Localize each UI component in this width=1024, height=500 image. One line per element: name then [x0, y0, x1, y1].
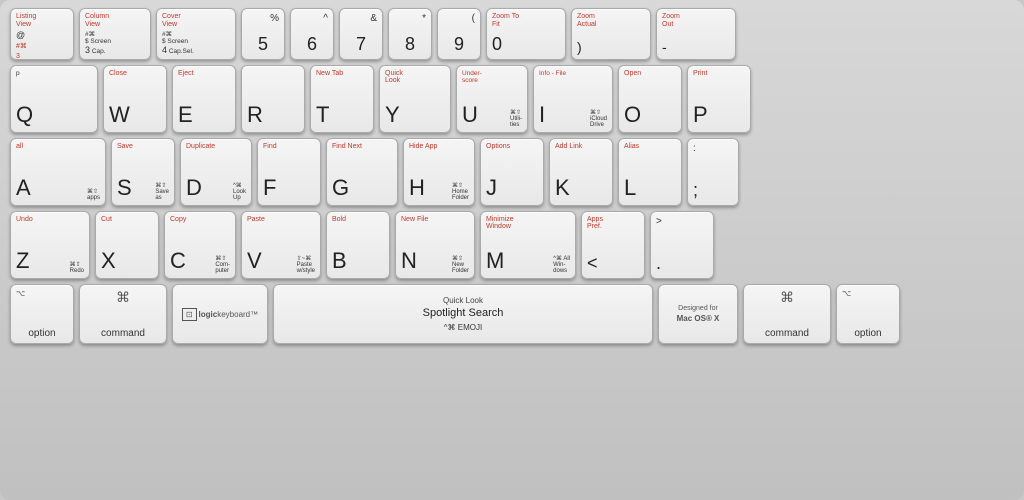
key-left-option[interactable]: ⌥ option [10, 284, 74, 344]
key-j-options[interactable]: Options J [480, 138, 544, 206]
key-less[interactable]: AppsPref. < [581, 211, 645, 279]
key-n-newfile[interactable]: New File N ⌘⇧NewFolder [395, 211, 475, 279]
key-zoom-out[interactable]: ZoomOut - [656, 8, 736, 60]
number-row: ListingView @#⌘3 ColumnView #⌘$ Screen3 … [10, 8, 1014, 60]
key-7[interactable]: & 7 [339, 8, 383, 60]
spacebar-content: Quick Look Spotlight Search ^⌘ EMOJI [423, 295, 504, 333]
key-i-infofile[interactable]: Info - File I ⌘⇧iCloudDrive [533, 65, 613, 133]
key-spacebar[interactable]: Quick Look Spotlight Search ^⌘ EMOJI [273, 284, 653, 344]
key-m-minimize[interactable]: MinimizeWindow M ^⌘ AllWin-dows [480, 211, 576, 279]
key-logo: ⊡ logickeyboard™ [172, 284, 268, 344]
asdf-row: all A ⌘⇧apps Save S ⌘⇧Saveas Duplicate D… [10, 138, 1014, 206]
key-g-findnext[interactable]: Find Next G [326, 138, 398, 206]
qwerty-row: p Q Close W Eject E R New Tab T QuickLoo… [10, 65, 1014, 133]
key-zoom-actual[interactable]: ZoomActual ) [571, 8, 651, 60]
brand-logo: ⊡ logickeyboard™ [182, 308, 258, 321]
key-mac-info: Designed for Mac OS® X [658, 284, 738, 344]
key-l-alias[interactable]: Alias L [618, 138, 682, 206]
key-zoom-to-fit[interactable]: Zoom ToFit 0 [486, 8, 566, 60]
keyboard: ListingView @#⌘3 ColumnView #⌘$ Screen3 … [0, 0, 1024, 500]
key-h-hideapp[interactable]: Hide App H ⌘⇧HomeFolder [403, 138, 475, 206]
spacebar-row: ⌥ option ⌘ command ⊡ logickeyboard™ Quic… [10, 284, 1014, 344]
key-z-undo[interactable]: Undo Z ⌘⇧Redo [10, 211, 90, 279]
key-listing-view[interactable]: ListingView @#⌘3 [10, 8, 74, 60]
key-w-close[interactable]: Close W [103, 65, 167, 133]
key-x-cut[interactable]: Cut X [95, 211, 159, 279]
key-right-option[interactable]: ⌥ option [836, 284, 900, 344]
key-e-eject[interactable]: Eject E [172, 65, 236, 133]
key-left-command[interactable]: ⌘ command [79, 284, 167, 344]
key-v-paste[interactable]: Paste V ⇧~⌘Pastew/style [241, 211, 321, 279]
key-semicolon[interactable]: : ; [687, 138, 739, 206]
key-y-quicklook[interactable]: QuickLook Y [379, 65, 451, 133]
key-p-print[interactable]: Print P [687, 65, 751, 133]
key-5[interactable]: % 5 [241, 8, 285, 60]
mac-designed-for: Designed for Mac OS® X [677, 304, 720, 325]
key-9[interactable]: ( 9 [437, 8, 481, 60]
key-k-addlink[interactable]: Add Link K [549, 138, 613, 206]
key-r[interactable]: R [241, 65, 305, 133]
brand-name: logickeyboard™ [199, 310, 259, 319]
key-q-mod[interactable]: p Q [10, 65, 98, 133]
key-column-view[interactable]: ColumnView #⌘$ Screen3 Cap. [79, 8, 151, 60]
key-d-duplicate[interactable]: Duplicate D ^⌘LookUp [180, 138, 252, 206]
key-f-find[interactable]: Find F [257, 138, 321, 206]
key-a-all[interactable]: all A ⌘⇧apps [10, 138, 106, 206]
key-t-newtab[interactable]: New Tab T [310, 65, 374, 133]
spacebar-line3: ^⌘ EMOJI [423, 322, 504, 333]
key-6[interactable]: ^ 6 [290, 8, 334, 60]
key-right-command[interactable]: ⌘ command [743, 284, 831, 344]
key-greater[interactable]: > . [650, 211, 714, 279]
spacebar-line2: Spotlight Search [423, 306, 504, 321]
key-u-utilities[interactable]: Under-score U ⌘⇧Utili-ties [456, 65, 528, 133]
spacebar-line1: Quick Look [423, 295, 504, 306]
key-b-bold[interactable]: Bold B [326, 211, 390, 279]
zxcv-row: Undo Z ⌘⇧Redo Cut X Copy C ⌘⇧Com-puter P… [10, 211, 1014, 279]
key-c-copy[interactable]: Copy C ⌘⇧Com-puter [164, 211, 236, 279]
key-8[interactable]: * 8 [388, 8, 432, 60]
logo-box: ⊡ [182, 308, 197, 321]
key-cover-view[interactable]: CoverView #⌘$ Screen4 Cap.Sel. [156, 8, 236, 60]
key-s-save[interactable]: Save S ⌘⇧Saveas [111, 138, 175, 206]
key-o-open[interactable]: Open O [618, 65, 682, 133]
